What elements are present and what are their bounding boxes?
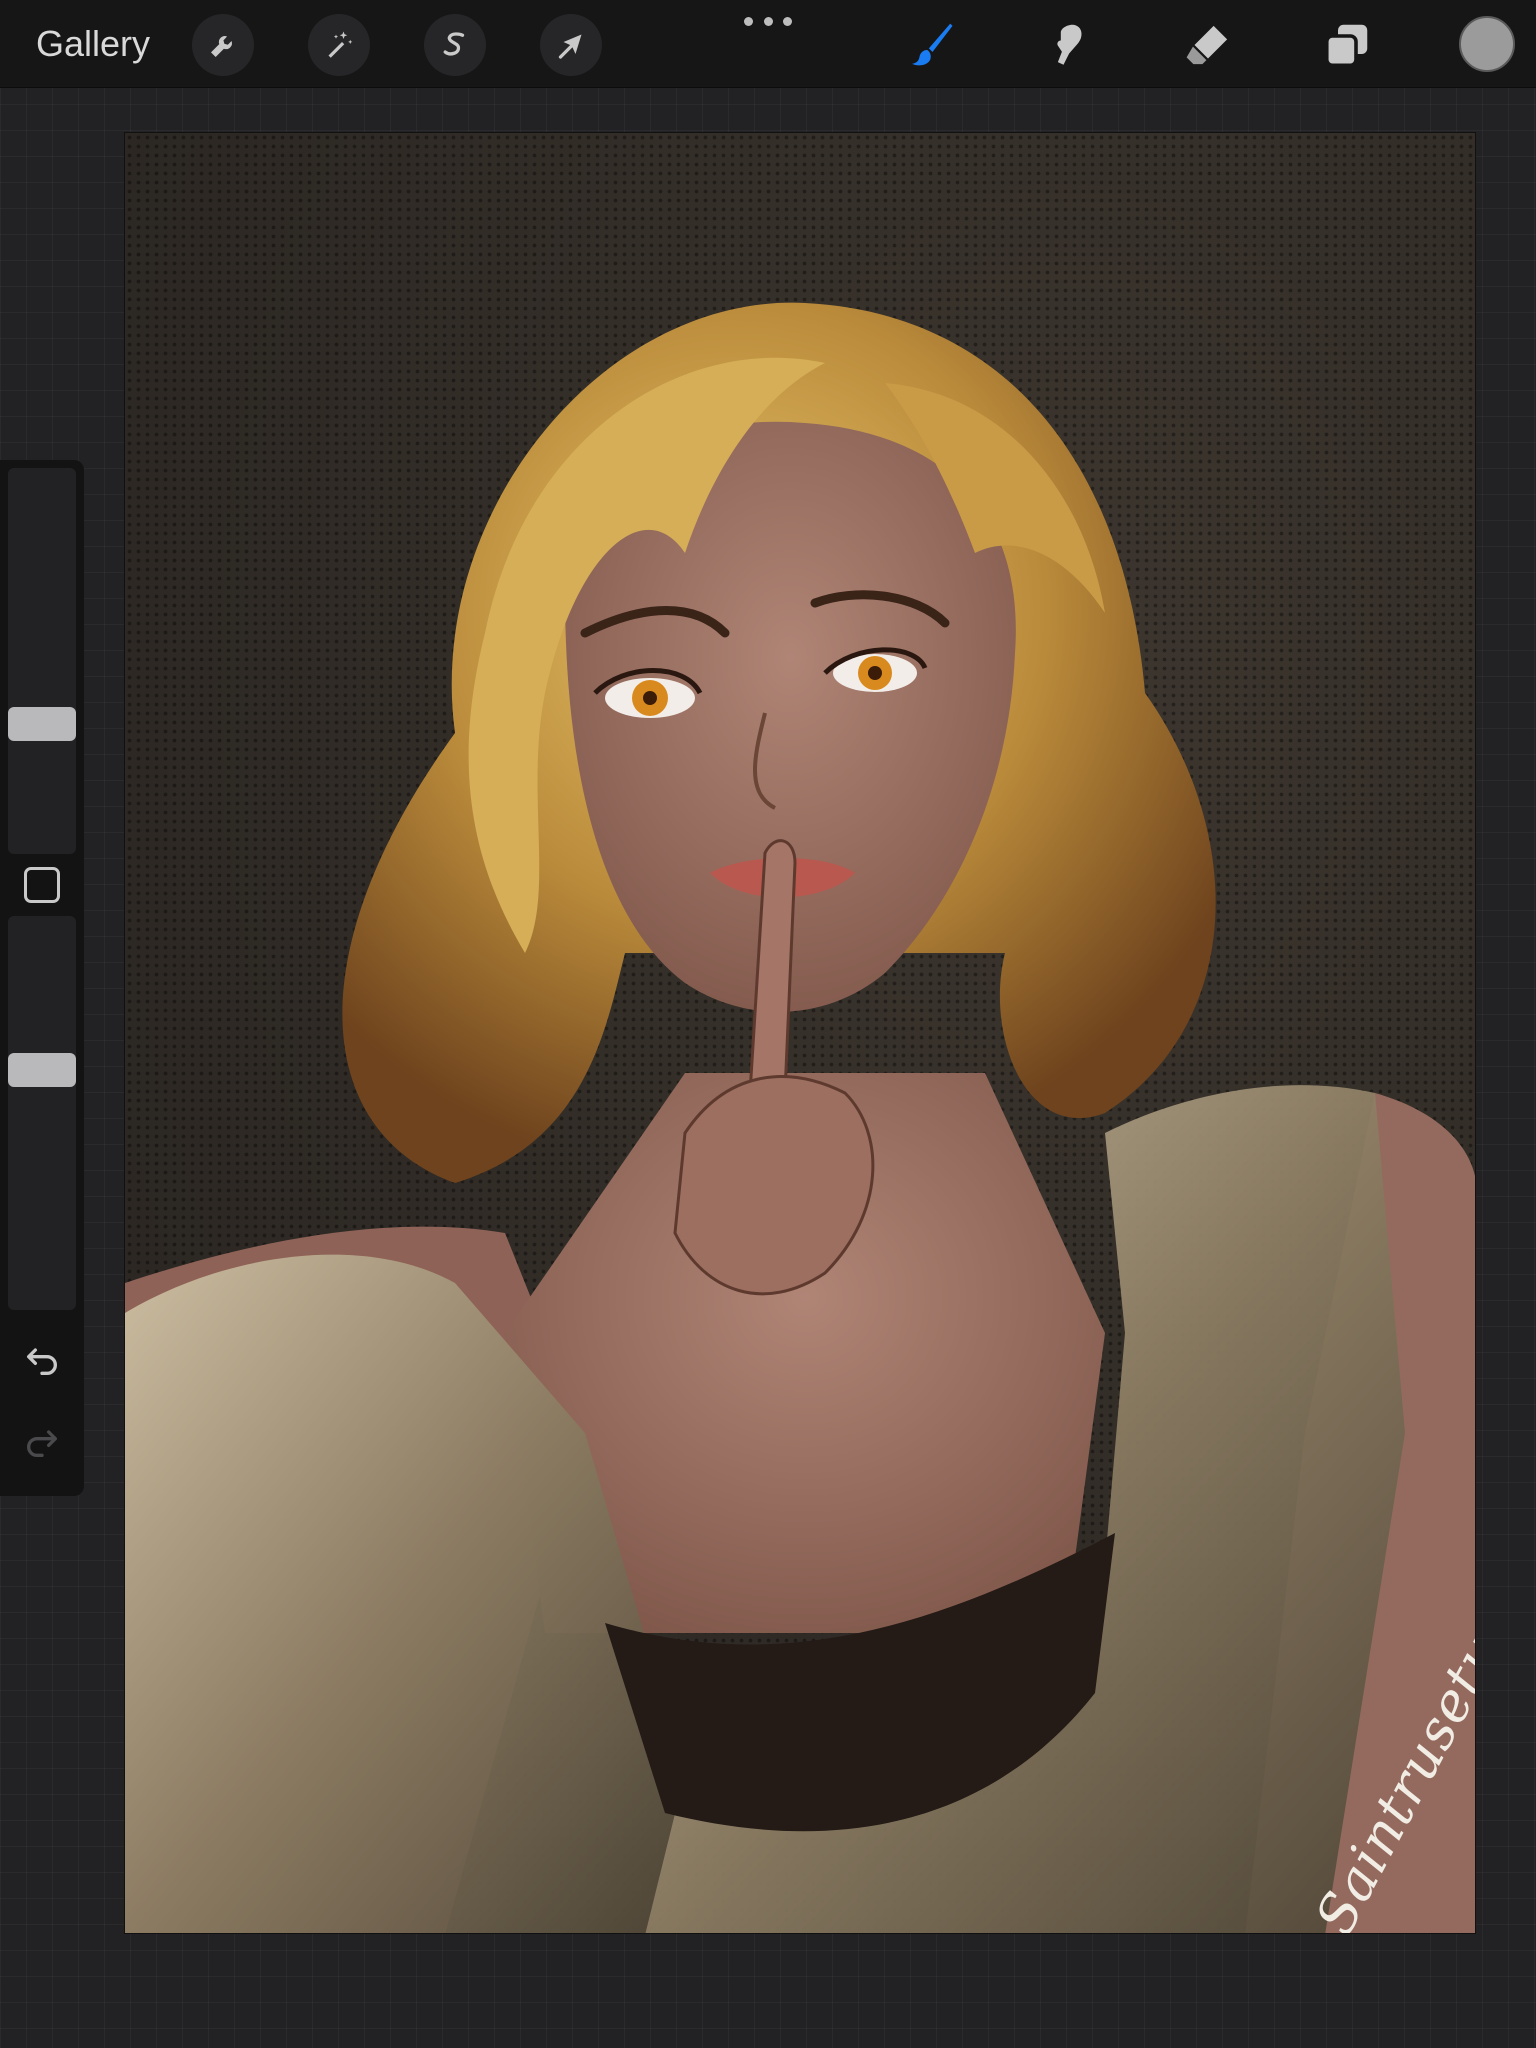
eraser-icon xyxy=(1186,25,1228,65)
selection-s-icon xyxy=(443,32,465,56)
redo-button[interactable] xyxy=(20,1420,64,1464)
top-toolbar: Gallery xyxy=(0,0,1536,88)
layers-button[interactable] xyxy=(1316,14,1378,76)
undo-icon xyxy=(27,1348,57,1375)
magic-wand-icon xyxy=(328,31,353,58)
brush-icon xyxy=(912,23,953,66)
toolbar-grabber[interactable] xyxy=(744,14,792,28)
smudge-finger-icon xyxy=(1057,24,1082,65)
arrow-cursor-icon xyxy=(558,34,582,59)
drawing-canvas[interactable]: Saintrusetu xyxy=(124,132,1476,1934)
brush-tool-button[interactable] xyxy=(899,14,961,76)
modify-button[interactable] xyxy=(24,867,60,903)
brush-size-slider-handle[interactable] xyxy=(8,707,76,742)
opacity-slider-handle[interactable] xyxy=(8,1052,76,1087)
wrench-icon xyxy=(211,36,232,57)
layers-icon xyxy=(1324,24,1368,68)
sidebar xyxy=(0,460,84,1496)
brush-size-slider[interactable] xyxy=(8,468,76,854)
redo-icon xyxy=(27,1430,57,1457)
selection-button[interactable] xyxy=(424,14,486,76)
portrait-artwork xyxy=(125,302,1475,1933)
transform-button[interactable] xyxy=(540,14,602,76)
opacity-slider[interactable] xyxy=(8,916,76,1310)
gallery-button[interactable]: Gallery xyxy=(36,22,150,66)
undo-button[interactable] xyxy=(20,1338,64,1382)
adjustments-button[interactable] xyxy=(308,14,370,76)
eraser-tool-button[interactable] xyxy=(1177,14,1239,76)
smudge-tool-button[interactable] xyxy=(1037,14,1099,76)
color-picker-swatch[interactable] xyxy=(1459,16,1515,72)
actions-wrench-button[interactable] xyxy=(192,14,254,76)
